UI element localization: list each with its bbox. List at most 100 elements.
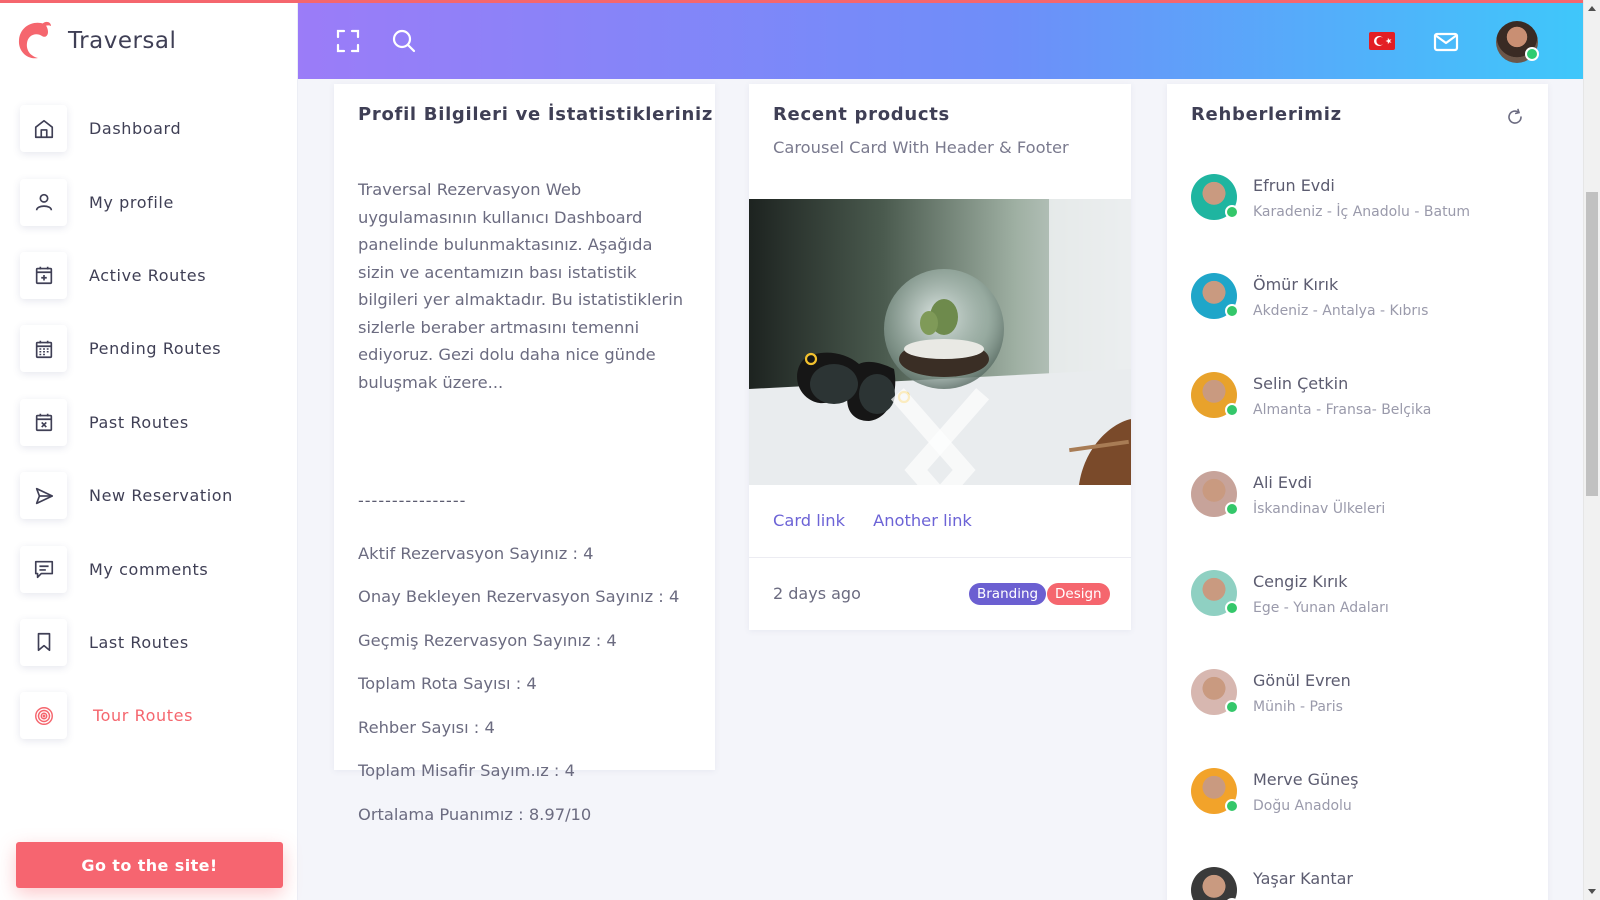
guide-name: Efrun Evdi [1253,176,1335,195]
scroll-up-icon[interactable] [1588,6,1596,11]
sidebar-item-label: My profile [89,192,174,212]
guide-name: Ömür Kırık [1253,275,1339,294]
stat-pending-reservations: Onay Bekleyen Rezervasyon Sayınız : 4 [358,587,680,606]
sidebar-item-active-routes[interactable]: Active Routes [20,239,290,312]
sidebar-nav: Dashboard My profile Active Routes Pendi… [20,92,290,753]
fullscreen-icon[interactable] [334,27,362,55]
sidebar-item-new-reservation[interactable]: New Reservation [20,459,290,532]
carousel-image[interactable] [749,199,1131,485]
footer-timestamp: 2 days ago [773,584,861,603]
comment-icon [20,545,67,593]
home-icon [20,105,67,153]
recent-products-card: Recent products Carousel Card With Heade… [749,84,1131,630]
guide-list-item[interactable]: Merve Güneş Doğu Anadolu [1191,768,1531,818]
guide-region: Ege - Yunan Adaları [1253,600,1389,616]
sidebar-item-label: Dashboard [89,119,182,139]
guide-list-item[interactable]: Ömür Kırık Akdeniz - Antalya - Kıbrıs [1191,273,1531,323]
card-footer: 2 days ago Branding Design [749,557,1131,630]
sidebar: Traversal Dashboard My profile Active Ro… [0,0,298,900]
guide-region: İskandinav Ülkeleri [1253,501,1386,517]
page-scrollbar[interactable] [1583,0,1600,900]
profile-description: Traversal Rezervasyon Web uygulamasının … [358,180,684,392]
stat-total-routes: Toplam Rota Sayısı : 4 [358,674,537,693]
branding-badge: Branding [969,583,1047,605]
go-to-site-button[interactable]: Go to the site! [16,842,283,888]
card-title: Rehberlerimiz [1191,104,1342,125]
sidebar-item-label: Last Routes [89,632,189,652]
sidebar-item-label: Pending Routes [89,339,222,359]
search-icon[interactable] [390,27,418,55]
guide-avatar [1191,273,1239,319]
scroll-down-icon[interactable] [1588,889,1596,894]
stat-past-reservations: Geçmiş Rezervasyon Sayınız : 4 [358,631,617,650]
top-header [298,3,1583,79]
guide-list-item[interactable]: Yaşar Kantar [1191,867,1531,900]
sidebar-item-my-comments[interactable]: My comments [20,532,290,605]
card-links: Card link Another link [773,511,972,530]
sidebar-item-label: Tour Routes [93,706,194,726]
profile-stats-card: Profil Bilgileri ve İstatistikleriniz Tr… [334,84,715,824]
guide-avatar [1191,768,1239,814]
guide-avatar [1191,570,1239,616]
guide-list-item[interactable]: Ali Evdi İskandinav Ülkeleri [1191,471,1531,521]
target-icon [20,692,67,740]
user-icon [20,178,67,226]
sidebar-item-tour-routes[interactable]: Tour Routes [20,679,290,752]
top-accent-line [0,0,1583,3]
card-title: Profil Bilgileri ve İstatistikleriniz [358,104,714,125]
guides-card: Rehberlerimiz Efrun Evdi Karadeniz - İç A… [1167,84,1548,900]
guide-region: Almanta - Fransa- Belçika [1253,402,1432,418]
mail-icon[interactable] [1432,28,1460,56]
sidebar-item-label: Active Routes [89,265,207,285]
calendar-x-icon [20,398,67,446]
guide-avatar [1191,372,1239,418]
card-title: Recent products [773,104,950,125]
separator-text: ---------------- [358,491,467,510]
stat-active-reservations: Aktif Rezervasyon Sayınız : 4 [358,544,594,563]
guide-name: Selin Çetkin [1253,374,1349,393]
brand-logo-icon [18,21,51,59]
guide-region: Karadeniz - İç Anadolu - Batum [1253,204,1471,220]
guide-list-item[interactable]: Cengiz Kırık Ege - Yunan Adaları [1191,570,1531,620]
guide-name: Ali Evdi [1253,473,1313,492]
bookmark-icon [20,618,67,666]
guide-name: Gönül Evren [1253,671,1351,690]
calendar-grid-icon [20,325,67,373]
stat-guest-count: Toplam Misafir Sayım.ız : 4 [358,761,575,780]
card-subtitle: Carousel Card With Header & Footer [773,138,1069,157]
brand[interactable]: Traversal [14,18,176,64]
sidebar-item-label: Past Routes [89,412,189,432]
sidebar-item-label: New Reservation [89,486,233,506]
refresh-icon[interactable] [1506,108,1524,126]
guide-region: Akdeniz - Antalya - Kıbrıs [1253,303,1429,319]
guide-avatar [1191,867,1239,900]
guide-avatar [1191,174,1239,220]
calendar-plus-icon [20,251,67,299]
card-link[interactable]: Card link [773,511,845,530]
stat-average-score: Ortalama Puanımız : 8.97/10 [358,805,592,824]
scroll-thumb[interactable] [1586,192,1598,496]
guide-list-item[interactable]: Selin Çetkin Almanta - Fransa- Belçika [1191,372,1531,422]
turkey-flag-icon[interactable] [1369,32,1395,50]
guide-name: Yaşar Kantar [1253,869,1353,888]
sidebar-item-label: My comments [89,559,209,579]
sidebar-item-my-profile[interactable]: My profile [20,165,290,238]
sidebar-item-last-routes[interactable]: Last Routes [20,606,290,679]
guide-name: Cengiz Kırık [1253,572,1348,591]
sidebar-item-pending-routes[interactable]: Pending Routes [20,312,290,385]
guide-region: Münih - Paris [1253,699,1343,715]
guide-name: Merve Güneş [1253,770,1359,789]
sidebar-item-dashboard[interactable]: Dashboard [20,92,290,165]
guide-region: Doğu Anadolu [1253,798,1352,814]
guide-list-item[interactable]: Efrun Evdi Karadeniz - İç Anadolu - Batum [1191,174,1531,224]
stat-guide-count: Rehber Sayısı : 4 [358,718,495,737]
carousel-next-icon[interactable] [749,327,1117,485]
guide-avatar [1191,471,1239,517]
design-badge: Design [1047,583,1110,605]
guide-avatar [1191,669,1239,715]
guide-list-item[interactable]: Gönül Evren Münih - Paris [1191,669,1531,719]
user-avatar[interactable] [1496,21,1539,63]
another-link[interactable]: Another link [873,511,972,530]
brand-name: Traversal [68,28,177,54]
sidebar-item-past-routes[interactable]: Past Routes [20,386,290,459]
